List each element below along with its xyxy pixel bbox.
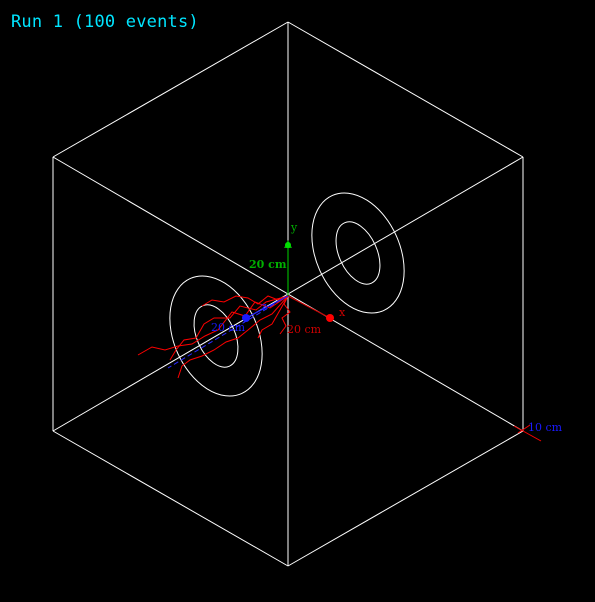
axis-z-length-label: 20 cm [211, 321, 246, 334]
scene-canvas[interactable]: y 20 cm x 20 cm z 20 cm 10 cm [0, 0, 595, 602]
axis-z-letter: z [261, 300, 267, 313]
event-display-viewer[interactable]: Run 1 (100 events) y 20 cm x 20 cm z 20 … [0, 0, 595, 602]
scale-marker: 10 cm [513, 421, 563, 442]
axis-x: x 20 cm [287, 295, 346, 336]
axis-x-length-label: 20 cm [287, 323, 322, 336]
axis-x-letter: x [339, 306, 346, 319]
axis-y-letter: y [290, 221, 298, 234]
scale-label: 10 cm [528, 421, 563, 434]
axis-y: y 20 cm [249, 221, 298, 296]
axis-y-length-label: 20 cm [249, 258, 287, 271]
